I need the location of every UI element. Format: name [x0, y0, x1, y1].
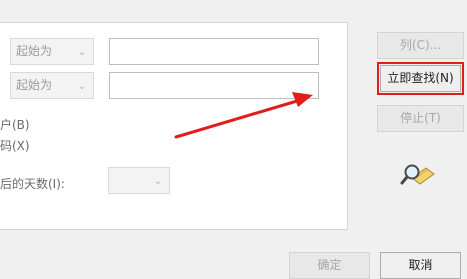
- criteria-row2-select-value: 起始为: [16, 78, 53, 92]
- stop-button[interactable]: 停止(T): [377, 105, 464, 132]
- days-since-logon-label: 后的天数(I):: [0, 177, 65, 191]
- criteria-row2-select[interactable]: 起始为 ⌄: [10, 72, 94, 99]
- criteria-row1-select[interactable]: 起始为 ⌄: [10, 38, 94, 65]
- search-magnifier-icon: [400, 164, 435, 185]
- no-expire-password-option[interactable]: 码(X): [0, 137, 30, 154]
- criteria-row1-select-value: 起始为: [16, 44, 53, 58]
- chevron-down-icon: ⌄: [77, 47, 86, 58]
- disabled-accounts-option[interactable]: 户(B): [0, 116, 30, 133]
- chevron-down-icon: ⌄: [153, 176, 162, 187]
- days-since-logon-select[interactable]: ⌄: [108, 167, 170, 194]
- find-now-button[interactable]: 立即查找(N): [380, 65, 461, 92]
- criteria-row2-input[interactable]: [109, 72, 319, 99]
- columns-button[interactable]: 列(C)...: [377, 32, 464, 59]
- chevron-down-icon: ⌄: [77, 81, 86, 92]
- criteria-row1-input[interactable]: [109, 38, 319, 65]
- common-queries-panel: 起始为 ⌄ 起始为 ⌄ 户(B) 码(X) 后的天数(I): ⌄: [0, 22, 348, 230]
